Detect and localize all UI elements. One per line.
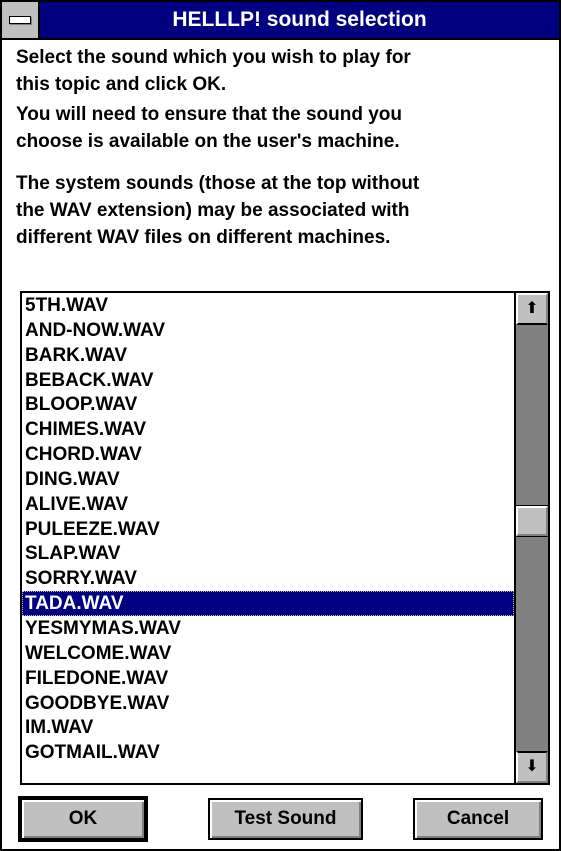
list-item[interactable]: PULEEZE.WAV bbox=[22, 517, 514, 542]
instruction-line-1: Select the sound which you wish to play … bbox=[16, 47, 411, 68]
sound-listbox[interactable]: 5TH.WAV AND-NOW.WAV BARK.WAV BEBACK.WAV BLOO… bbox=[20, 291, 550, 785]
list-item[interactable]: FILEDONE.WAV bbox=[22, 666, 514, 691]
title-bar: HELLLP! sound selection bbox=[2, 2, 559, 40]
instruction-line-2: this topic and click OK. bbox=[16, 74, 227, 95]
sound-selection-dialog: HELLLP! sound selection Select the sound… bbox=[0, 0, 561, 851]
list-item[interactable]: YESMYMAS.WAV bbox=[22, 616, 514, 641]
scroll-down-button[interactable]: ⬇ bbox=[516, 751, 548, 783]
instruction-line-3: You will need to ensure that the sound y… bbox=[16, 104, 403, 125]
list-item[interactable]: CHORD.WAV bbox=[22, 442, 514, 467]
test-sound-button[interactable]: Test Sound bbox=[208, 798, 363, 840]
list-item[interactable]: GOTMAIL.WAV bbox=[22, 740, 514, 765]
list-item[interactable]: BLOOP.WAV bbox=[22, 392, 514, 417]
list-item[interactable]: BARK.WAV bbox=[22, 343, 514, 368]
vertical-scrollbar[interactable]: ⬆ ⬇ bbox=[514, 293, 548, 783]
scroll-thumb[interactable] bbox=[515, 505, 548, 537]
list-item[interactable]: SORRY.WAV bbox=[22, 566, 514, 591]
note-line-1: The system sounds (those at the top with… bbox=[16, 173, 420, 194]
list-item[interactable]: CHIMES.WAV bbox=[22, 417, 514, 442]
window-title: HELLLP! sound selection bbox=[172, 8, 427, 31]
system-menu-icon bbox=[9, 16, 31, 24]
scroll-up-button[interactable]: ⬆ bbox=[516, 293, 548, 325]
list-item[interactable]: IM.WAV bbox=[22, 715, 514, 740]
system-menu-button[interactable] bbox=[2, 2, 40, 38]
list-item-selected[interactable]: TADA.WAV bbox=[22, 591, 514, 616]
list-item[interactable]: AND-NOW.WAV bbox=[22, 318, 514, 343]
arrow-down-icon: ⬇ bbox=[525, 758, 539, 775]
list-item[interactable]: SLAP.WAV bbox=[22, 541, 514, 566]
arrow-up-icon: ⬆ bbox=[525, 300, 539, 317]
note-line-2: the WAV extension) may be associated wit… bbox=[16, 200, 410, 221]
note-line-3: different WAV files on different machine… bbox=[16, 227, 391, 248]
list-item[interactable]: 5TH.WAV bbox=[22, 293, 514, 318]
list-item[interactable]: WELCOME.WAV bbox=[22, 641, 514, 666]
list-item[interactable]: DING.WAV bbox=[22, 467, 514, 492]
list-item[interactable]: ALIVE.WAV bbox=[22, 492, 514, 517]
instruction-line-4: choose is available on the user's machin… bbox=[16, 131, 400, 152]
ok-button[interactable]: OK bbox=[18, 796, 148, 842]
sound-list: 5TH.WAV AND-NOW.WAV BARK.WAV BEBACK.WAV BLOO… bbox=[22, 293, 514, 765]
list-item[interactable]: BEBACK.WAV bbox=[22, 368, 514, 393]
list-item[interactable]: GOODBYE.WAV bbox=[22, 691, 514, 716]
cancel-button[interactable]: Cancel bbox=[413, 798, 543, 840]
